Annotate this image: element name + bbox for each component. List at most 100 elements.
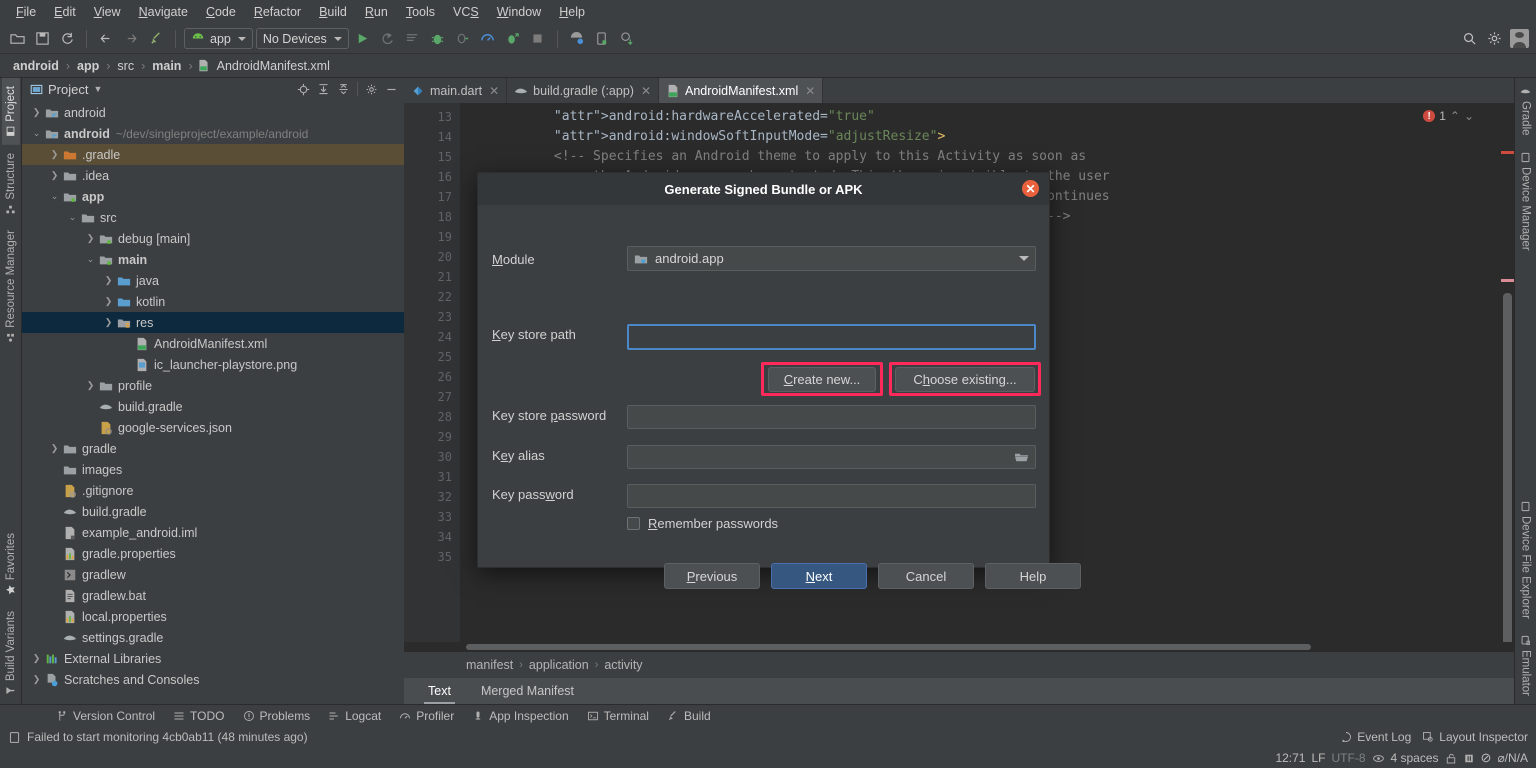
apply-code-changes-icon[interactable] (402, 28, 424, 50)
sdk-manager-icon[interactable] (566, 28, 588, 50)
tree-row-example-android-iml[interactable]: ·example_android.iml (22, 522, 404, 543)
key-password-input[interactable] (627, 484, 1036, 508)
tree-row-local-properties[interactable]: ·local.properties (22, 606, 404, 627)
chevron-right-icon[interactable]: ❯ (102, 317, 115, 328)
close-icon[interactable]: ✕ (641, 84, 651, 98)
locate-icon[interactable] (297, 83, 310, 96)
folder-browse-icon[interactable] (1014, 451, 1029, 464)
menu-item-navigate[interactable]: Navigate (131, 3, 196, 21)
keystore-path-input[interactable] (627, 324, 1036, 350)
breadcrumb-item-0[interactable]: android (10, 58, 62, 74)
sidebar-item-device-file-explorer[interactable]: Device File Explorer (1517, 493, 1535, 627)
breadcrumb-item-3[interactable]: main (149, 58, 184, 74)
tree-row--gitignore[interactable]: ·.gitignore (22, 480, 404, 501)
tree-row-src[interactable]: ⌄src (22, 207, 404, 228)
editor-horizontal-scrollbar[interactable] (466, 644, 1311, 650)
tree-row-debug-main-[interactable]: ❯debug [main] (22, 228, 404, 249)
sidebar-item-resource-manager[interactable]: Resource Manager (2, 222, 20, 351)
settings-gear-icon[interactable] (1483, 28, 1505, 50)
tree-row-build-gradle[interactable]: ·build.gradle (22, 396, 404, 417)
event-log-button[interactable]: Event Log (1340, 730, 1411, 744)
tree-row--gradle[interactable]: ❯.gradle (22, 144, 404, 165)
run-icon[interactable] (352, 28, 374, 50)
tree-row-external-libraries[interactable]: ❯External Libraries (22, 648, 404, 669)
sidebar-item-build-variants[interactable]: Build Variants (2, 603, 20, 704)
menu-item-code[interactable]: Code (198, 3, 244, 21)
menu-item-view[interactable]: View (86, 3, 129, 21)
settings-gear-icon[interactable] (365, 83, 378, 96)
chevron-up-icon[interactable]: ⌃ (1450, 109, 1460, 123)
tree-row-profile[interactable]: ❯profile (22, 375, 404, 396)
build-hammer-icon[interactable] (145, 28, 167, 50)
attach-debugger-icon[interactable] (452, 28, 474, 50)
chevron-right-icon[interactable]: ❯ (48, 149, 61, 160)
inspection-widget[interactable]: ! 1 ⌃ ⌄ (1423, 109, 1474, 123)
create-new-button[interactable]: Create new... (768, 367, 876, 392)
key-alias-input[interactable] (627, 445, 1036, 469)
chevron-right-icon[interactable]: ❯ (102, 296, 115, 307)
tree-row-ic-launcher-playstore-png[interactable]: ·ic_launcher-playstore.png (22, 354, 404, 375)
chevron-down-icon[interactable]: ▼ (93, 84, 102, 94)
hide-icon[interactable] (385, 83, 398, 96)
menu-item-refactor[interactable]: Refactor (246, 3, 309, 21)
menu-item-file[interactable]: File (8, 3, 44, 21)
editor-breadcrumb-activity[interactable]: activity (604, 658, 642, 672)
sidebar-item-structure[interactable]: Structure (2, 145, 20, 223)
warning-marker[interactable] (1501, 279, 1514, 282)
editor-vertical-scrollbar[interactable] (1503, 293, 1512, 642)
tree-row-app[interactable]: ⌄app (22, 186, 404, 207)
file-encoding[interactable]: UTF-8 (1332, 751, 1366, 765)
back-icon[interactable] (95, 28, 117, 50)
save-all-icon[interactable] (31, 28, 53, 50)
cancel-button[interactable]: Cancel (878, 563, 974, 589)
memory-icon[interactable] (1463, 752, 1475, 765)
tree-row-gradle-properties[interactable]: ·gradle.properties (22, 543, 404, 564)
editor-tab-main-dart[interactable]: main.dart✕ (404, 78, 507, 103)
eye-icon[interactable] (1372, 752, 1385, 765)
run-with-coverage-icon[interactable] (502, 28, 524, 50)
close-icon[interactable]: ✕ (489, 84, 499, 98)
editor-tab-build-gradle-app-[interactable]: build.gradle (:app)✕ (507, 78, 659, 103)
close-icon[interactable]: ✕ (1022, 180, 1039, 197)
tree-row-gradle[interactable]: ❯gradle (22, 438, 404, 459)
sidebar-item-project[interactable]: Project (2, 78, 20, 145)
tab-text[interactable]: Text (418, 678, 461, 704)
tree-row-kotlin[interactable]: ❯kotlin (22, 291, 404, 312)
tab-merged-manifest[interactable]: Merged Manifest (471, 678, 584, 704)
collapse-all-icon[interactable] (337, 83, 350, 96)
editor-breadcrumb-application[interactable]: application (529, 658, 589, 672)
indent-setting[interactable]: 4 spaces (1391, 751, 1439, 765)
project-tree[interactable]: ❯android⌄android~/dev/singleproject/exam… (22, 100, 404, 704)
module-select[interactable]: android.app (627, 246, 1036, 271)
tool-window-todo[interactable]: TODO (173, 709, 224, 723)
menu-item-build[interactable]: Build (311, 3, 355, 21)
tree-row-google-services-json[interactable]: ·google-services.json (22, 417, 404, 438)
apply-changes-icon[interactable] (377, 28, 399, 50)
tree-row-gradlew[interactable]: ·gradlew (22, 564, 404, 585)
close-icon[interactable]: ✕ (805, 84, 815, 98)
run-configuration-selector[interactable]: app (184, 28, 253, 49)
chevron-right-icon[interactable]: ❯ (30, 107, 43, 118)
stop-icon[interactable] (527, 28, 549, 50)
sidebar-item-emulator[interactable]: Emulator (1517, 627, 1535, 704)
debug-icon[interactable] (427, 28, 449, 50)
previous-button[interactable]: Previous (664, 563, 760, 589)
tree-row-settings-gradle[interactable]: ·settings.gradle (22, 627, 404, 648)
chevron-down-icon[interactable]: ⌄ (48, 191, 61, 202)
keystore-password-input[interactable] (627, 405, 1036, 429)
chevron-down-icon[interactable]: ⌄ (66, 212, 79, 223)
chevron-down-icon[interactable]: ⌄ (30, 128, 43, 139)
tree-row-res[interactable]: ❯res (22, 312, 404, 333)
tree-row-android[interactable]: ⌄android~/dev/singleproject/example/andr… (22, 123, 404, 144)
profiler-icon[interactable] (477, 28, 499, 50)
tool-window-terminal[interactable]: Terminal (587, 709, 649, 723)
search-icon[interactable] (1458, 28, 1480, 50)
editor-tab-androidmanifest-xml[interactable]: AndroidManifest.xml✕ (659, 78, 823, 103)
menu-item-window[interactable]: Window (489, 3, 549, 21)
avatar-icon[interactable] (1508, 28, 1530, 50)
chevron-right-icon[interactable]: ❯ (30, 674, 43, 685)
tree-row-build-gradle[interactable]: ·build.gradle (22, 501, 404, 522)
git-status[interactable]: ⌀/N/A (1497, 751, 1528, 765)
menu-item-help[interactable]: Help (551, 3, 593, 21)
tool-window-build[interactable]: Build (667, 709, 711, 723)
